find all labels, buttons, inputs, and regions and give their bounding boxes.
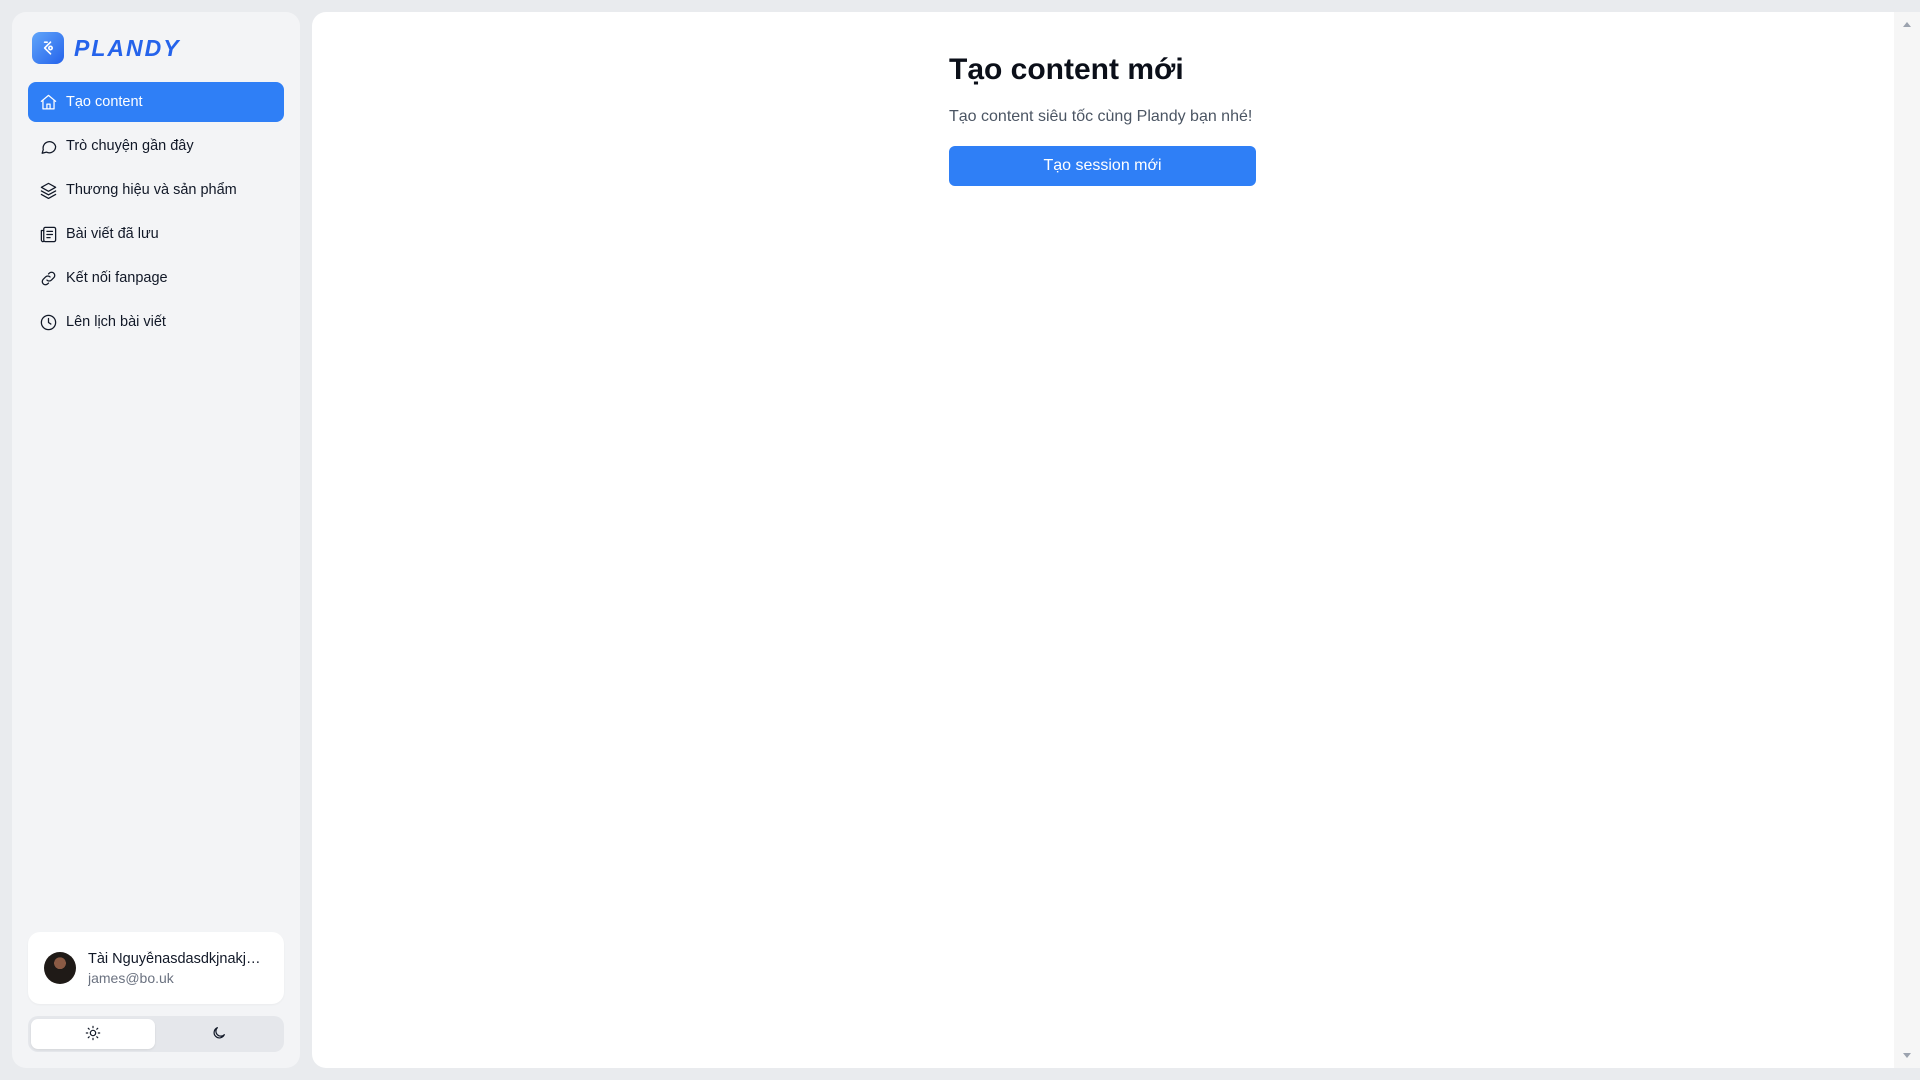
clock-icon: [38, 312, 58, 332]
create-content-section: Tạo content mới Tạo content siêu tốc cùn…: [949, 52, 1259, 186]
link-icon: [38, 268, 58, 288]
user-name: Tài Nguyễnasdasdkjnakjdnaksjdn: [88, 950, 266, 967]
scroll-up-arrow-icon[interactable]: [1903, 22, 1911, 27]
sidebar-item-label: Kết nối fanpage: [66, 270, 168, 286]
user-card[interactable]: Tài Nguyễnasdasdkjnakjdnaksjdn james@bo.…: [28, 932, 284, 1004]
sidebar-item-saved-posts[interactable]: Bài viết đã lưu: [28, 214, 284, 254]
sidebar-item-label: Lên lịch bài viết: [66, 314, 166, 330]
sidebar-nav: Tạo content Trò chuyện gần đây Thương hi…: [28, 82, 284, 342]
logo[interactable]: PLANDY: [28, 28, 284, 68]
sidebar-item-label: Trò chuyện gần đây: [66, 138, 194, 154]
sidebar-item-label: Thương hiệu và sản phẩm: [66, 182, 237, 198]
user-email: james@bo.uk: [88, 969, 174, 986]
page-scrollbar[interactable]: [1894, 12, 1920, 1068]
sidebar-item-tao-content[interactable]: Tạo content: [28, 82, 284, 122]
light-theme-button[interactable]: [31, 1019, 155, 1049]
sidebar-item-brands-products[interactable]: Thương hiệu và sản phẩm: [28, 170, 284, 210]
sidebar-item-label: Tạo content: [66, 94, 143, 110]
sidebar-item-connect-fanpage[interactable]: Kết nối fanpage: [28, 258, 284, 298]
sidebar-item-schedule-posts[interactable]: Lên lịch bài viết: [28, 302, 284, 342]
sidebar: PLANDY Tạo content Trò chuyện gần đây Th…: [12, 12, 300, 1068]
main-panel: Tạo content mới Tạo content siêu tốc cùn…: [312, 12, 1894, 1068]
theme-toggle: [28, 1016, 284, 1052]
sidebar-item-recent-chats[interactable]: Trò chuyện gần đây: [28, 126, 284, 166]
layers-icon: [38, 180, 58, 200]
chat-bubble-icon: [38, 136, 58, 156]
dark-theme-button[interactable]: [157, 1019, 281, 1049]
newspaper-icon: [38, 224, 58, 244]
moon-icon: [211, 1025, 227, 1044]
new-session-button[interactable]: Tạo session mới: [949, 146, 1256, 186]
avatar: [44, 952, 76, 984]
home-icon: [38, 92, 58, 112]
page-title: Tạo content mới: [949, 53, 1184, 86]
scroll-down-arrow-icon[interactable]: [1903, 1053, 1911, 1058]
user-info: Tài Nguyễnasdasdkjnakjdnaksjdn james@bo.…: [88, 951, 266, 986]
logo-text: PLANDY: [74, 34, 181, 61]
plandy-logo-icon: [32, 32, 64, 64]
sidebar-item-label: Bài viết đã lưu: [66, 226, 159, 242]
sun-icon: [85, 1025, 101, 1044]
page-subtitle: Tạo content siêu tốc cùng Plandy bạn nhé…: [949, 108, 1253, 125]
